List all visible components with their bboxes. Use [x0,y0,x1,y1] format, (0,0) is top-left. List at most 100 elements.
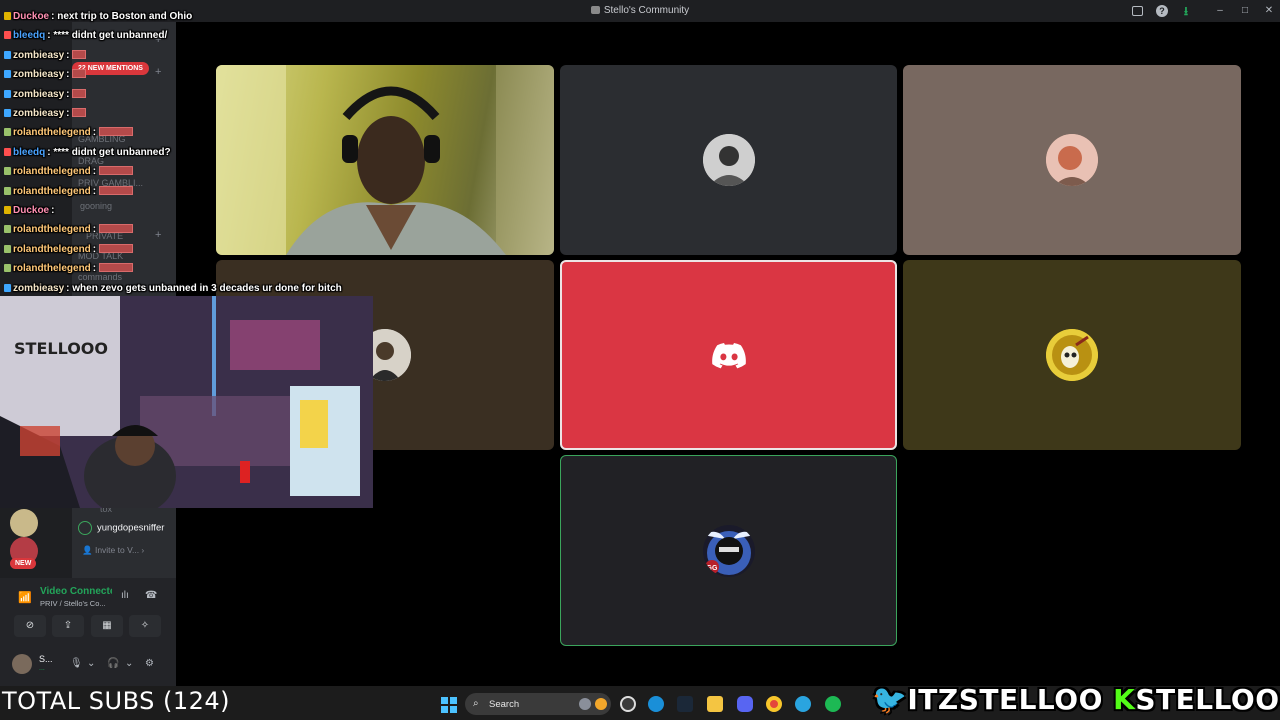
avatar [702,134,755,186]
windows-start-icon[interactable] [441,697,457,713]
spotify-icon[interactable] [825,696,841,712]
chat-username: rolandthelegend [13,263,91,274]
voice-member[interactable]: yungdopesniffer [78,521,164,535]
camera-off-button[interactable]: ⊘ [14,615,46,637]
twitter-handle: ITZSTELLOO [907,683,1103,716]
invite-label: Invite to V... [94,545,140,555]
chat-username: bleedq [13,147,46,158]
close-button[interactable]: ✕ [1263,5,1275,17]
inbox-icon[interactable] [1132,6,1143,16]
minimize-button[interactable]: – [1214,5,1226,17]
obs-icon[interactable] [620,696,636,712]
chevron-down-icon[interactable]: ⌄ [87,658,95,669]
telegram-icon[interactable] [795,696,811,712]
streamer-webcam: STELLOOO [0,296,373,508]
chat-badge-icon [4,206,11,214]
user-avatar[interactable] [12,654,32,674]
censored-emote [72,50,87,59]
discord-icon [712,343,746,369]
video-tile-user-speaking[interactable]: GG [560,455,897,646]
search-icon: ⌕ [473,698,479,709]
chat-username: zombieasy [13,89,65,100]
add-channel-icon[interactable]: + [155,229,161,241]
censored-emote [98,244,133,253]
chat-message: bleedq: **** didnt get unbanned/ [4,30,167,41]
discord-taskbar-icon[interactable] [737,696,753,712]
chat-badge-icon [4,148,11,156]
chat-username: rolandthelegend [13,224,91,235]
chat-username: zombieasy [13,69,65,80]
chat-username: rolandthelegend [13,186,91,197]
edge-icon[interactable] [648,696,664,712]
chat-message: rolandthelegend: [4,186,133,197]
chat-badge-icon [4,70,11,78]
user-name[interactable]: S... [39,654,53,664]
screen-share-button[interactable]: ⇪ [52,615,84,637]
maximize-button[interactable]: □ [1239,5,1251,17]
chat-text: **** didnt get unbanned/ [53,30,168,41]
invite-to-voice[interactable]: 👤 Invite to V... › [82,545,144,556]
censored-emote [98,263,133,272]
invite-icon: 👤 [82,545,95,555]
help-icon[interactable]: ? [1156,5,1168,17]
chevron-down-icon[interactable]: ⌄ [125,658,133,669]
soundboard-button[interactable]: ✧ [129,615,161,637]
signal-icon: 📶 [18,592,32,604]
chat-username: rolandthelegend [13,127,91,138]
chat-badge-icon [4,31,11,39]
video-tile-user[interactable] [903,260,1241,450]
download-icon[interactable]: ⭳ [1180,5,1192,17]
voice-member-name: yungdopesniffer [97,522,165,534]
chevron-right-icon: › [139,545,145,555]
svg-text:GG: GG [706,565,717,572]
voice-status-title[interactable]: Video Connected [40,586,112,597]
chat-username: zombieasy [13,108,65,119]
social-handles: 🐦ITZSTELLOO KSTELLOOO [872,683,1280,716]
total-subs-counter: TOTAL SUBS (124) [2,687,231,715]
chat-username: zombieasy [13,50,65,61]
widget-icon [579,698,591,710]
chat-message: bleedq: **** didnt get unbanned? [4,147,171,158]
chat-badge-icon [4,12,11,20]
video-tile-user[interactable] [560,65,897,255]
file-explorer-icon[interactable] [707,696,723,712]
chat-username: bleedq [13,30,46,41]
chat-message: rolandthelegend: [4,166,133,177]
censored-emote [72,108,87,117]
gear-icon[interactable]: ⚙ [145,658,154,669]
server-icon [590,6,600,14]
chat-badge-icon [4,187,11,195]
chat-username: Duckoe [13,11,50,22]
window-title: Stello's Community [603,5,690,16]
video-tile-discord[interactable] [560,260,897,450]
avatar-image [1046,134,1098,186]
chrome-icon[interactable] [766,696,782,712]
chat-message: zombieasy: [4,50,87,61]
activities-button[interactable]: ▦ [91,615,123,637]
avatar [78,521,92,535]
server-icon[interactable] [10,509,38,537]
headphones-icon[interactable]: 🎧 [107,658,119,669]
chat-badge-icon [4,51,11,59]
noise-suppression-icon[interactable]: ılı [121,590,129,601]
channel-gooning[interactable]: gooning [80,201,112,211]
censored-emote [98,186,133,195]
steam-icon[interactable] [677,696,693,712]
video-tile-user[interactable] [903,65,1241,255]
add-channel-icon[interactable]: + [155,66,161,78]
chat-message: Duckoe: next trip to Boston and Ohio [4,11,192,22]
avatar [1046,329,1098,381]
microphone-icon[interactable]: 🎙 [70,658,83,669]
censored-emote [72,69,87,78]
disconnect-icon[interactable]: ☎ [145,590,157,601]
avatar-image [702,134,755,186]
chat-message: Duckoe: [4,205,54,216]
chat-message: rolandthelegend: [4,244,133,255]
chat-separator: : [51,205,55,216]
chat-username: rolandthelegend [13,244,91,255]
voice-channel-subtitle[interactable]: PRIV / Stello's Co... [40,599,110,608]
chat-badge-icon [4,90,11,98]
avatar [1046,134,1098,186]
video-tile-camera[interactable] [216,65,554,255]
chat-text: **** didnt get unbanned? [53,147,171,158]
